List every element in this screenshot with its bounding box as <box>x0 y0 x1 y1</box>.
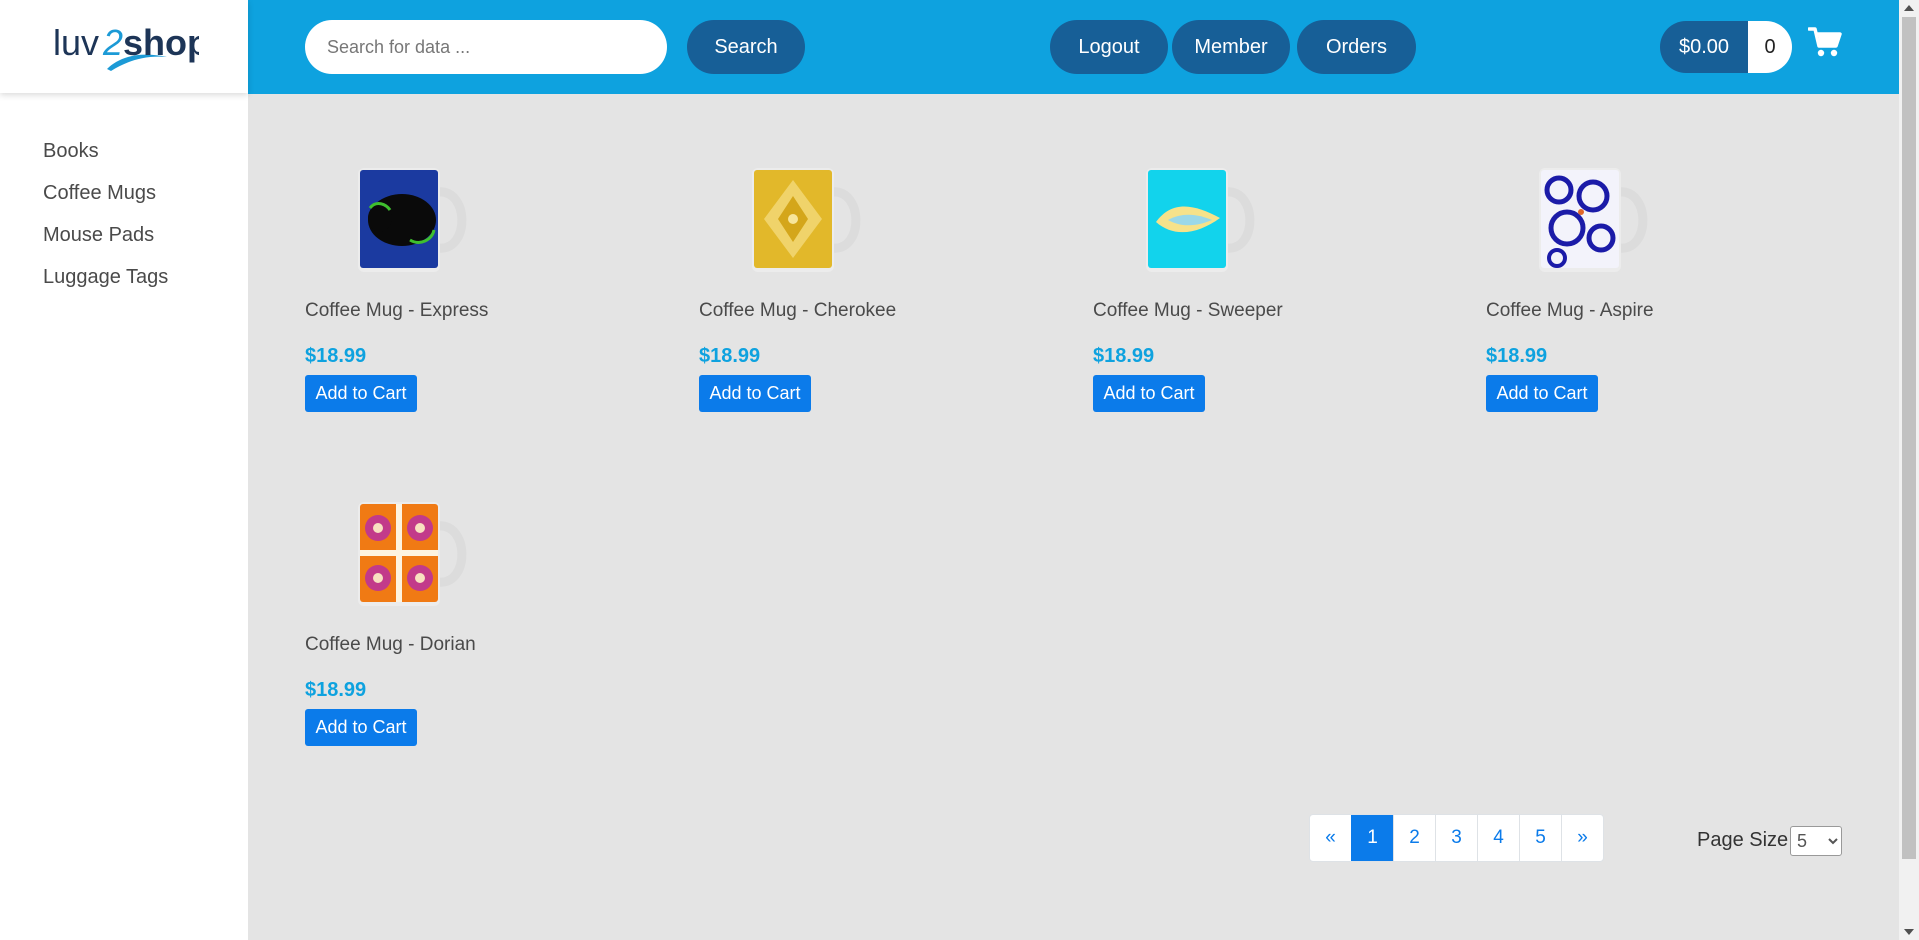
category-list: Books Coffee Mugs Mouse Pads Luggage Tag… <box>0 93 248 305</box>
sidebar: Books Coffee Mugs Mouse Pads Luggage Tag… <box>0 93 248 940</box>
product-price: $18.99 <box>1093 345 1155 367</box>
member-button[interactable]: Member <box>1172 20 1290 74</box>
product-card: Coffee Mug - Dorian $18.99 Add to Cart <box>305 494 605 746</box>
svg-text:shop: shop <box>123 22 199 63</box>
product-name[interactable]: Coffee Mug - Sweeper <box>1093 300 1393 324</box>
luv2shop-logo: luv 2 shop <box>53 22 199 71</box>
add-to-cart-button[interactable]: Add to Cart <box>1093 375 1205 412</box>
cart-quantity: 0 <box>1748 21 1792 73</box>
product-card: Coffee Mug - Express $18.99 Add to Cart <box>305 160 605 412</box>
header-bar: Search Logout Member Orders $0.00 0 <box>248 0 1899 94</box>
svg-text:2: 2 <box>102 22 123 63</box>
product-card: Coffee Mug - Cherokee $18.99 Add to Cart <box>699 160 999 412</box>
product-image-dorian[interactable] <box>350 494 480 609</box>
pagination-page[interactable]: 1 <box>1351 815 1393 861</box>
orders-button[interactable]: Orders <box>1297 20 1416 74</box>
sidebar-item-books[interactable]: Books <box>43 137 248 179</box>
pagination-page[interactable]: 2 <box>1393 815 1435 861</box>
pagination-page[interactable]: 4 <box>1477 815 1519 861</box>
product-price: $18.99 <box>305 679 367 701</box>
search-button[interactable]: Search <box>687 20 805 74</box>
product-image-cherokee[interactable] <box>744 160 874 275</box>
cart-status: $0.00 0 <box>1660 21 1792 73</box>
sidebar-item-coffee-mugs[interactable]: Coffee Mugs <box>43 179 248 221</box>
pagination-next[interactable]: » <box>1561 815 1603 861</box>
scroll-down-arrow-icon[interactable] <box>1904 929 1914 935</box>
svg-text:luv: luv <box>53 22 99 63</box>
logo[interactable]: luv 2 shop <box>0 0 248 93</box>
add-to-cart-button[interactable]: Add to Cart <box>699 375 811 412</box>
product-image-aspire[interactable] <box>1531 160 1661 275</box>
product-image-sweeper[interactable] <box>1138 160 1268 275</box>
sidebar-item-mouse-pads[interactable]: Mouse Pads <box>43 221 248 263</box>
product-card: Coffee Mug - Aspire $18.99 Add to Cart <box>1486 160 1786 412</box>
page-size-label: Page Size <box>1697 829 1789 851</box>
product-price: $18.99 <box>699 345 761 367</box>
page-size-select[interactable]: 5 <box>1790 826 1842 856</box>
product-price: $18.99 <box>1486 345 1548 367</box>
pagination: « 1 2 3 4 5 » <box>1309 814 1604 862</box>
add-to-cart-button[interactable]: Add to Cart <box>305 709 417 746</box>
product-name[interactable]: Coffee Mug - Cherokee <box>699 300 999 324</box>
logout-button[interactable]: Logout <box>1050 20 1168 74</box>
sidebar-item-luggage-tags[interactable]: Luggage Tags <box>43 263 248 305</box>
scroll-up-arrow-icon[interactable] <box>1904 5 1914 11</box>
product-name[interactable]: Coffee Mug - Dorian <box>305 634 605 658</box>
pagination-prev[interactable]: « <box>1310 815 1351 861</box>
add-to-cart-button[interactable]: Add to Cart <box>305 375 417 412</box>
product-name[interactable]: Coffee Mug - Aspire <box>1486 300 1786 324</box>
pagination-page[interactable]: 3 <box>1435 815 1477 861</box>
add-to-cart-button[interactable]: Add to Cart <box>1486 375 1598 412</box>
pagination-page[interactable]: 5 <box>1519 815 1561 861</box>
product-card: Coffee Mug - Sweeper $18.99 Add to Cart <box>1093 160 1393 412</box>
scrollbar-thumb[interactable] <box>1902 17 1916 859</box>
product-name[interactable]: Coffee Mug - Express <box>305 300 605 324</box>
cart-total: $0.00 <box>1660 21 1748 73</box>
shopping-cart-icon[interactable] <box>1807 26 1842 63</box>
vertical-scrollbar[interactable] <box>1899 0 1919 940</box>
product-price: $18.99 <box>305 345 367 367</box>
product-image-express[interactable] <box>350 160 480 275</box>
search-input[interactable] <box>305 20 667 74</box>
